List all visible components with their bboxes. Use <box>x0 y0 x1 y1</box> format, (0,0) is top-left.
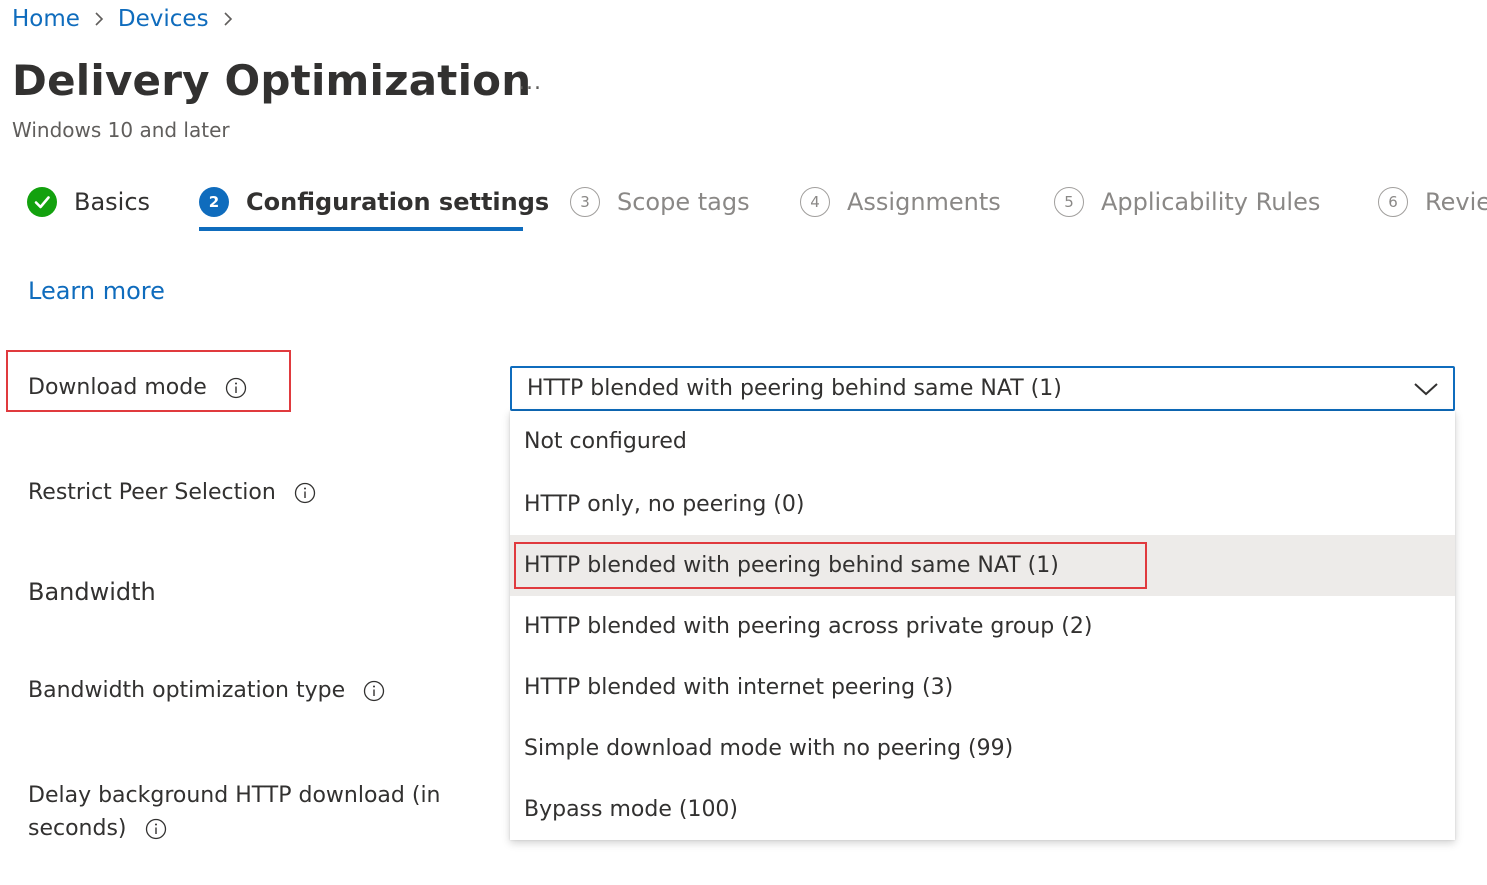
download-mode-listbox: Not configured HTTP only, no peering (0)… <box>510 411 1455 840</box>
dropdown-selected-value: HTTP blended with peering behind same NA… <box>527 376 1062 401</box>
step-configuration-settings[interactable]: 2 Configuration settings <box>199 180 549 224</box>
download-mode-dropdown[interactable]: HTTP blended with peering behind same NA… <box>510 366 1455 411</box>
delay-background-http-label-line2: seconds) <box>28 816 167 841</box>
step-label: Revie <box>1425 188 1487 216</box>
step-label: Scope tags <box>617 188 750 216</box>
option-http-only[interactable]: HTTP only, no peering (0) <box>510 474 1455 535</box>
page-title: Delivery Optimization <box>12 56 532 105</box>
option-http-blended-private-group[interactable]: HTTP blended with peering across private… <box>510 596 1455 657</box>
info-icon[interactable] <box>363 680 385 702</box>
bandwidth-section-heading: Bandwidth <box>28 578 156 606</box>
step-label: Applicability Rules <box>1101 188 1321 216</box>
step-label: Assignments <box>847 188 1001 216</box>
chevron-right-icon <box>92 12 106 26</box>
field-label-text: Bandwidth optimization type <box>28 678 346 703</box>
option-not-configured[interactable]: Not configured <box>510 411 1455 472</box>
chevron-right-icon <box>221 12 235 26</box>
step-scope-tags[interactable]: 3 Scope tags <box>570 180 750 224</box>
step-assignments[interactable]: 4 Assignments <box>800 180 1001 224</box>
field-label-text: Delay background HTTP download (in <box>28 783 441 808</box>
step-number: 5 <box>1054 187 1084 217</box>
step-review[interactable]: 6 Revie <box>1378 180 1487 224</box>
restrict-peer-selection-label: Restrict Peer Selection <box>28 480 316 505</box>
step-basics[interactable]: Basics <box>27 180 150 224</box>
step-number: 4 <box>800 187 830 217</box>
delay-background-http-label: Delay background HTTP download (in <box>28 783 441 808</box>
option-simple-download[interactable]: Simple download mode with no peering (99… <box>510 718 1455 779</box>
step-label: Configuration settings <box>246 188 550 216</box>
field-label-text: Restrict Peer Selection <box>28 480 276 505</box>
active-step-indicator <box>199 227 523 231</box>
chevron-down-icon <box>1413 378 1439 400</box>
info-icon[interactable] <box>294 482 316 504</box>
field-label-text: seconds) <box>28 816 127 841</box>
step-number: 3 <box>570 187 600 217</box>
section-heading-text: Bandwidth <box>28 578 156 606</box>
learn-more-link[interactable]: Learn more <box>28 277 165 305</box>
option-http-blended-internet[interactable]: HTTP blended with internet peering (3) <box>510 657 1455 718</box>
field-label-text: Download mode <box>28 375 207 400</box>
step-label: Basics <box>74 188 151 216</box>
info-icon[interactable] <box>225 377 247 399</box>
selected-option-highlight <box>514 542 1147 589</box>
download-mode-label: Download mode <box>28 375 247 400</box>
page-subtitle: Windows 10 and later <box>12 118 230 142</box>
breadcrumb-devices[interactable]: Devices <box>118 6 209 32</box>
step-number: 6 <box>1378 187 1408 217</box>
info-icon[interactable] <box>145 818 167 840</box>
step-applicability-rules[interactable]: 5 Applicability Rules <box>1054 180 1320 224</box>
bandwidth-optimization-type-label: Bandwidth optimization type <box>28 678 385 703</box>
option-bypass-mode[interactable]: Bypass mode (100) <box>510 779 1455 840</box>
page: Home Devices Delivery Optimization ... W… <box>0 0 1487 885</box>
more-actions-button[interactable]: ... <box>518 70 542 95</box>
breadcrumb-home[interactable]: Home <box>12 6 80 32</box>
step-number: 2 <box>199 187 229 217</box>
checkmark-icon <box>27 187 57 217</box>
breadcrumb: Home Devices <box>12 6 247 32</box>
